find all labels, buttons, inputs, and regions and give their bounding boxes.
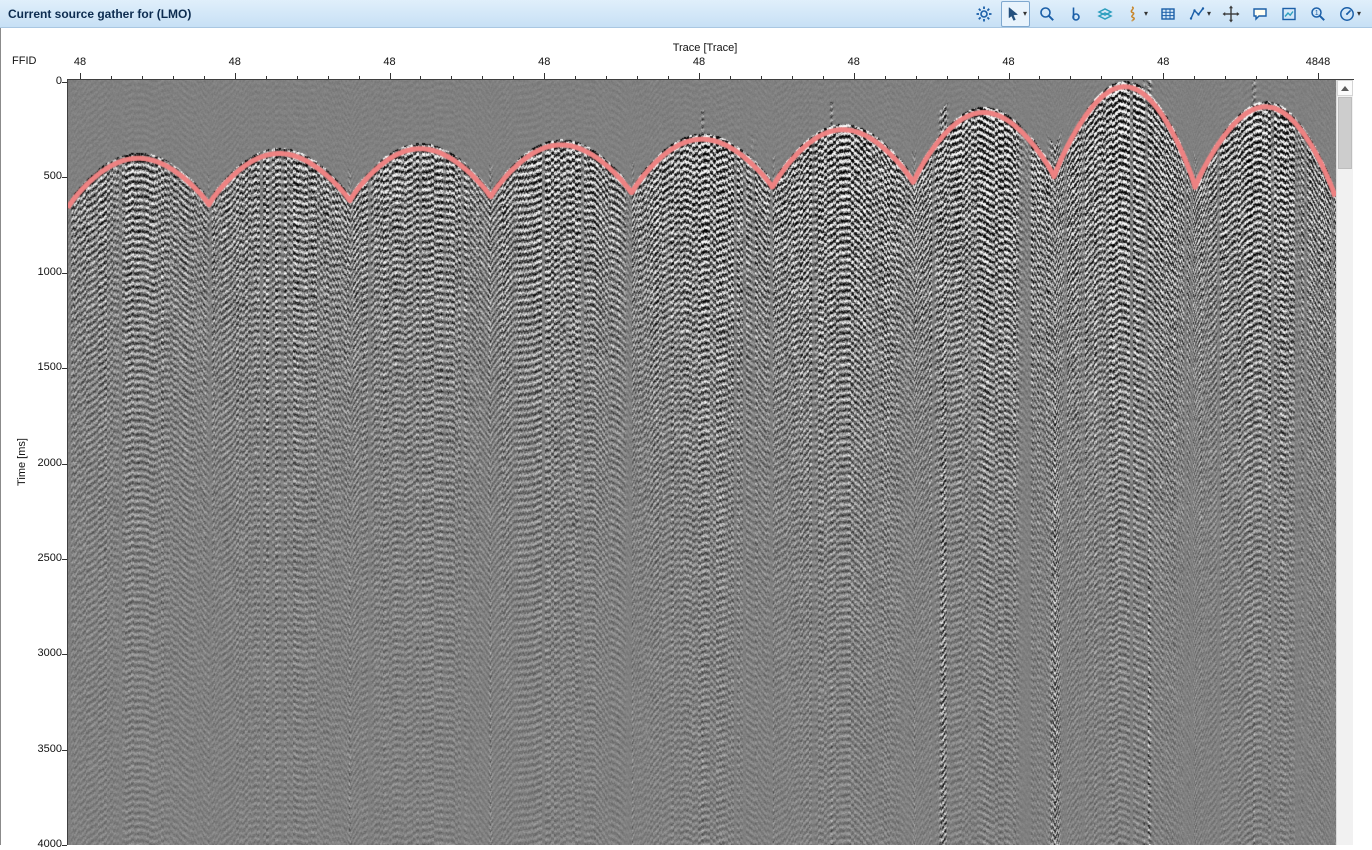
select-mode-icon (1004, 5, 1022, 23)
zoom-100-icon: 1 (1309, 5, 1327, 23)
comment-button[interactable] (1248, 1, 1272, 27)
zoom-100-button[interactable]: 1 (1306, 1, 1330, 27)
left-tick-label: 500 (24, 170, 62, 182)
left-tick-label: 2500 (24, 552, 62, 564)
zoom-button[interactable] (1035, 1, 1059, 27)
polygon-icon (1188, 5, 1206, 23)
wiggle-display-button[interactable]: ▾ (1122, 1, 1151, 27)
left-tick-label: 1000 (24, 266, 62, 278)
layers-icon (1096, 5, 1114, 23)
select-mode-button[interactable]: ▾ (1001, 1, 1030, 27)
top-tick-label: 4848 (1306, 56, 1330, 68)
window-titlebar[interactable]: Current source gather for (LMO) ▾ ▾ ▾ 1 ▾ (0, 0, 1372, 28)
compass-icon (1338, 5, 1356, 23)
window-title: Current source gather for (LMO) (0, 7, 191, 21)
top-axis-title: Trace [Trace] (673, 42, 738, 54)
top-tick-label: 48 (229, 56, 241, 68)
ffid-label: FFID (12, 55, 36, 67)
spreadsheet-button[interactable] (1156, 1, 1180, 27)
left-tick-label: 4000 (24, 838, 62, 850)
left-tick-label: 3500 (24, 743, 62, 755)
svg-text:1: 1 (1315, 10, 1319, 17)
left-tick-mark (62, 845, 67, 846)
top-tick-label: 48 (848, 56, 860, 68)
layers-button[interactable] (1093, 1, 1117, 27)
top-tick-label: 48 (74, 56, 86, 68)
arrow-up-icon (1341, 86, 1349, 91)
settings-gear-button[interactable] (972, 1, 996, 27)
top-tick-label: 48 (538, 56, 550, 68)
top-tick-label: 48 (1002, 56, 1014, 68)
move-crosshair-button[interactable] (1219, 1, 1243, 27)
wiggle-display-icon (1125, 5, 1143, 23)
scrollbar-thumb[interactable] (1338, 97, 1352, 169)
dropdown-arrow-icon[interactable]: ▾ (1357, 10, 1361, 18)
dropdown-arrow-icon[interactable]: ▾ (1144, 10, 1148, 18)
top-tick-label: 48 (1157, 56, 1169, 68)
compass-button[interactable]: ▾ (1335, 1, 1364, 27)
snapshot-icon (1280, 5, 1298, 23)
comment-icon (1251, 5, 1269, 23)
left-tick-label: 2000 (24, 457, 62, 469)
polygon-button[interactable]: ▾ (1185, 1, 1214, 27)
scroll-up-button[interactable] (1337, 80, 1353, 96)
toolbar: ▾ ▾ ▾ 1 ▾ (972, 0, 1372, 27)
vertical-scrollbar[interactable] (1336, 80, 1353, 845)
dropdown-arrow-icon[interactable]: ▾ (1207, 10, 1211, 18)
top-tick-label: 48 (693, 56, 705, 68)
window-left-border (0, 28, 1, 845)
seismic-display[interactable] (68, 80, 1336, 845)
move-crosshair-icon (1222, 5, 1240, 23)
snapshot-button[interactable] (1277, 1, 1301, 27)
lasso-button[interactable] (1064, 1, 1088, 27)
lasso-icon (1067, 5, 1085, 23)
left-tick-label: 1500 (24, 361, 62, 373)
left-axis-title: Time [ms] (16, 438, 28, 486)
top-tick-label: 48 (383, 56, 395, 68)
left-tick-label: 3000 (24, 647, 62, 659)
spreadsheet-icon (1159, 5, 1177, 23)
dropdown-arrow-icon[interactable]: ▾ (1023, 10, 1027, 18)
zoom-icon (1038, 5, 1056, 23)
left-tick-label: 0 (24, 75, 62, 87)
app-window: { "window_title": "Current source gather… (0, 0, 1372, 845)
settings-gear-icon (975, 5, 993, 23)
